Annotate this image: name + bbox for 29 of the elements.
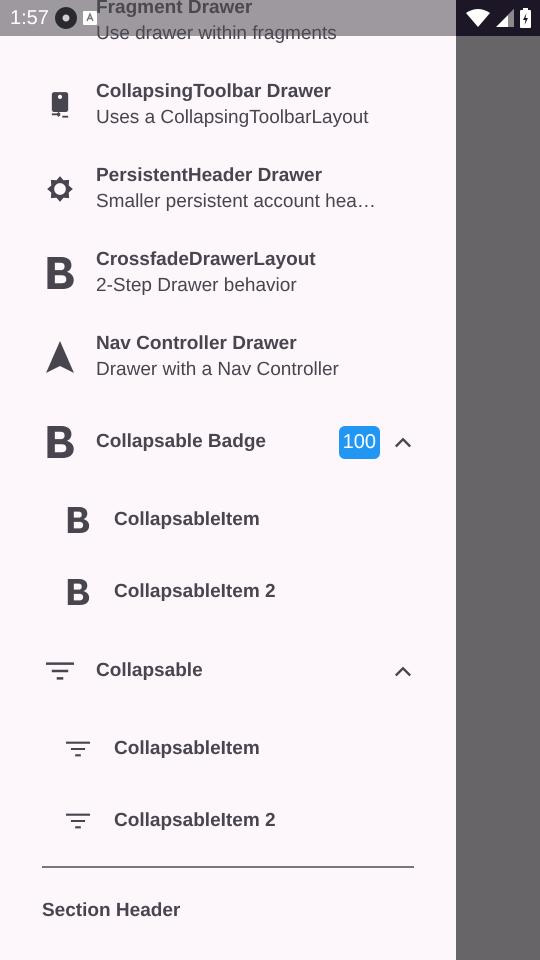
item-subtitle: Uses a CollapsingToolbarLayout — [96, 107, 368, 129]
item-title[interactable]: CollapsableItem 2 — [114, 810, 276, 832]
item-subtitle: Smaller persistent account hea… — [96, 191, 376, 213]
section-header: Section Header — [41, 899, 182, 922]
item-title[interactable]: CrossfadeDrawerLayout — [96, 249, 316, 271]
item-subtitle: 2-Step Drawer behavior — [96, 275, 298, 297]
bold-icon — [46, 257, 74, 289]
bold-icon — [46, 426, 74, 458]
navigation-arrow-icon — [46, 341, 74, 373]
battery-icon — [520, 8, 530, 28]
item-subtitle: Drawer with a Nav Controller — [96, 359, 339, 381]
signal-icon — [496, 9, 514, 27]
item-title[interactable]: CollapsableItem — [114, 509, 260, 531]
chevron-up-icon[interactable] — [394, 436, 412, 448]
item-title[interactable]: CollapsableItem — [114, 738, 260, 760]
item-title[interactable]: CollapsableItem 2 — [114, 581, 276, 603]
clock-time: 1:57 — [10, 6, 49, 30]
bold-icon — [66, 507, 90, 533]
item-title[interactable]: PersistentHeader Drawer — [96, 165, 376, 187]
item-title[interactable]: Nav Controller Drawer — [96, 333, 339, 355]
notification-dot-icon — [54, 7, 77, 29]
item-title[interactable]: CollapsingToolbar Drawer — [96, 81, 368, 103]
item-title[interactable]: Collapsable — [96, 660, 203, 681]
bold-icon — [66, 579, 90, 605]
keyboard-icon — [82, 11, 97, 25]
item-title[interactable]: Collapsable Badge — [96, 431, 266, 452]
chevron-up-icon[interactable] — [394, 665, 412, 677]
wifi-icon — [466, 9, 490, 27]
count-badge: 100 — [338, 426, 380, 458]
